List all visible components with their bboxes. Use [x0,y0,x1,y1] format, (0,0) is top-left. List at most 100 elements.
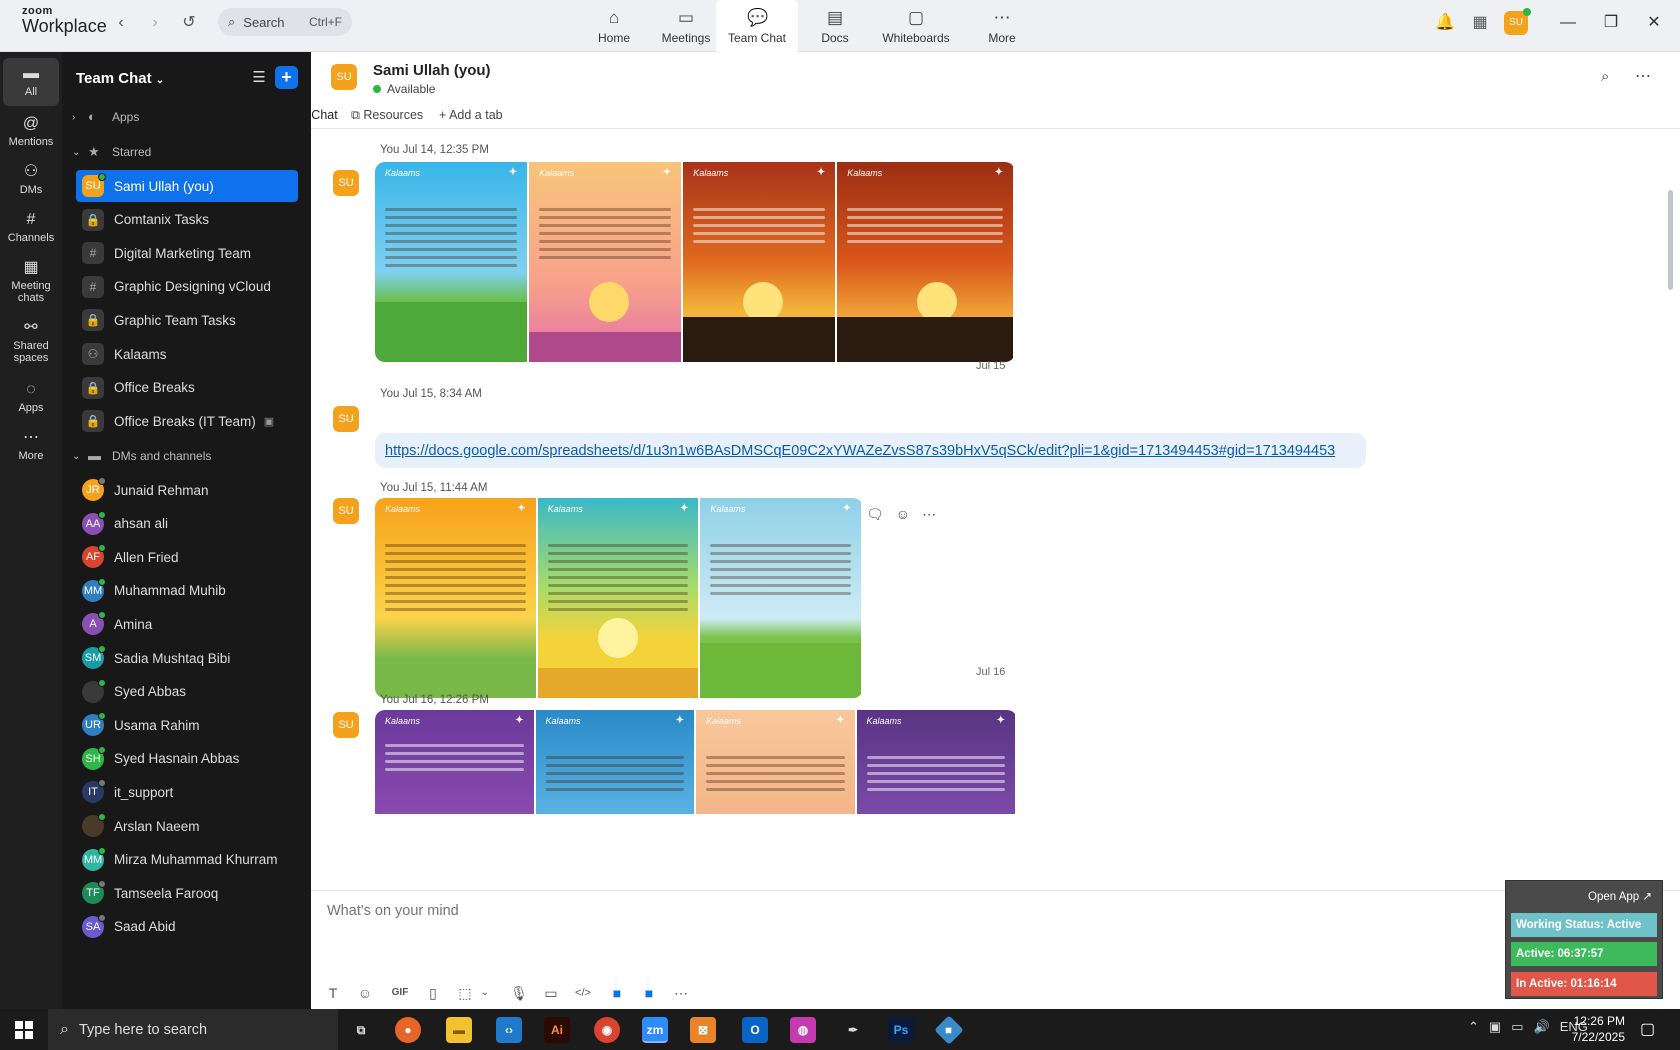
tab-whiteboards[interactable]: ▢ Whiteboards [871,0,961,52]
spreadsheet-link[interactable]: https://docs.google.com/spreadsheets/d/1… [385,443,1335,459]
sidebar-item-dm[interactable]: AA ahsan ali [76,508,298,540]
emoji-icon[interactable]: ☺ [355,983,375,1003]
post-image[interactable]: Kalaams ✦ [700,498,862,698]
more-icon[interactable]: ⋯ [671,983,691,1003]
post-image[interactable]: Kalaams ✦ [375,162,528,362]
sidebar-item-dm[interactable]: SM Sadia Mushtaq Bibi [76,642,298,674]
rail-shared-spaces[interactable]: ⚯ Shared spaces [3,312,59,368]
more-icon[interactable]: ⋯ [922,506,936,523]
sidebar-item-starred[interactable]: # Digital Marketing Team [76,237,298,269]
battery-icon[interactable]: ▭ [1511,1019,1523,1035]
sidebar-item-dm[interactable]: JR Junaid Rehman [76,474,298,506]
vscode-icon[interactable]: ‹› [496,1017,522,1043]
sidebar-item-starred[interactable]: ⚇ Kalaams [76,338,298,370]
post-image[interactable]: Kalaams ✦ [856,710,1015,814]
mic-icon[interactable]: 🎙 [509,983,529,1003]
open-app-button[interactable]: Open App ↗ [1588,889,1652,903]
bell-icon[interactable]: 🔔 [1434,12,1456,34]
sidebar-item-starred[interactable]: # Graphic Designing vCloud [76,271,298,303]
sidebar-item-dm[interactable]: SA Saad Abid [76,911,298,943]
tab-meetings[interactable]: ▭ Meetings [650,0,722,52]
sidebar-item-dm[interactable]: AF Allen Fried [76,541,298,573]
zoom-icon[interactable]: zm [642,1017,668,1043]
sidebar-title[interactable]: Team Chat ⌄ [76,70,164,87]
sidebar-item-starred[interactable]: 🔒 Graphic Team Tasks [76,304,298,336]
post-image[interactable]: Kalaams ✦ [375,498,536,698]
clock[interactable]: 12:26 PM 7/22/2025 [1565,1013,1625,1045]
firefox-icon[interactable]: ● [395,1017,421,1043]
tab-more[interactable]: ⋯ More [966,0,1038,52]
close-icon[interactable]: ✕ [1643,12,1665,34]
tab-home[interactable]: ⌂ Home [578,0,650,52]
code-icon[interactable]: </> [573,983,593,1003]
tab-resources[interactable]: ⧉ Resources [351,108,423,128]
windows-start-icon[interactable] [15,1021,33,1039]
sidebar-item-dm[interactable]: UR Usama Rahim [76,709,298,741]
app-icon-1[interactable]: ■ [607,983,627,1003]
screenshot-icon[interactable]: ⬚ [455,983,475,1003]
new-chat-button[interactable]: + [275,66,298,89]
filter-icon[interactable]: ☰ [248,68,270,90]
section-apps[interactable]: › ◐ Apps [72,105,139,129]
pen-tool-icon[interactable]: ✒ [840,1017,866,1043]
sidebar-item-dm[interactable]: A Amina [76,608,298,640]
image-attachments[interactable]: Kalaams ✦ Kalaams ✦ Kalaams ✦ Kalaams ✦ [375,162,1015,362]
sidebar-item-dm[interactable]: IT it_support [76,776,298,808]
task-view-icon[interactable]: ⧉ [348,1017,374,1043]
rail-more[interactable]: ⋯ More [3,422,59,470]
text-format-icon[interactable]: T [323,983,343,1003]
post-image[interactable]: Kalaams ✦ [683,162,836,362]
outlook-icon[interactable]: O [742,1017,768,1043]
chrome-icon[interactable]: ◉ [594,1017,620,1043]
reply-icon[interactable]: 🗨 [866,506,884,523]
scrollbar[interactable] [1668,190,1673,290]
file-explorer-icon[interactable]: ▬ [446,1017,472,1043]
sidebar-item-dm[interactable]: TF Tamseela Farooq [76,877,298,909]
illustrator-icon[interactable]: Ai [544,1017,570,1043]
emoji-icon[interactable]: ☺ [896,506,910,523]
post-image[interactable]: Kalaams ✦ [537,498,699,698]
file-icon[interactable]: ▯ [423,983,443,1003]
history-icon[interactable]: ↺ [178,12,200,34]
chat-name[interactable]: Sami Ullah (you) [373,62,491,79]
minimize-icon[interactable]: — [1557,12,1579,34]
message-input[interactable] [327,903,1407,919]
tab-docs[interactable]: ▤ Docs [799,0,871,52]
sidebar-item-starred[interactable]: 🔒 Comtanix Tasks [76,204,298,236]
rail-all[interactable]: ▬ All [3,58,59,106]
image-attachments[interactable]: Kalaams ✦ Kalaams ✦ Kalaams ✦ Kalaams ✦ [375,710,1017,814]
sidebar-item-dm[interactable]: Syed Abbas [76,676,298,708]
sidebar-item-starred[interactable]: SU Sami Ullah (you) [76,170,298,202]
post-image[interactable]: Kalaams ✦ [837,162,1013,362]
tab-team-chat[interactable]: 💬 Team Chat [716,0,798,52]
image-attachments[interactable]: Kalaams ✦ Kalaams ✦ Kalaams ✦ [375,498,863,698]
rail-dms[interactable]: ⚇ DMs [3,156,59,204]
taskbar-search[interactable]: ⌕ Type here to search [48,1009,338,1050]
post-image[interactable]: Kalaams ✦ [529,162,682,362]
rail-channels[interactable]: # Channels [3,204,59,252]
volume-icon[interactable]: 🔊 [1534,1019,1550,1035]
back-icon[interactable]: ‹ [110,12,132,34]
sidebar-item-dm[interactable]: Arslan Naeem [76,810,298,842]
section-dms[interactable]: ⌄ ▬ DMs and channels [72,444,211,468]
notification-icon[interactable]: ▢ [1640,1019,1655,1039]
creative-cloud-icon[interactable]: ◍ [790,1017,816,1043]
forward-icon[interactable]: › [144,12,166,34]
chevron-down-icon[interactable]: ⌄ [475,983,495,1003]
network-icon[interactable]: ▣ [1489,1019,1501,1035]
video-message-icon[interactable]: ▭ [541,983,561,1003]
app-icon-2[interactable]: ■ [639,983,659,1003]
search-icon[interactable]: ⌕ [1601,68,1609,85]
sidebar-item-starred[interactable]: 🔒 Office Breaks [76,372,298,404]
sidebar-item-dm[interactable]: MM Mirza Muhammad Khurram [76,844,298,876]
rail-apps[interactable]: ◌ Apps [3,374,59,422]
more-icon[interactable]: ⋯ [1635,66,1651,86]
section-starred[interactable]: ⌄ ★ Starred [72,140,151,164]
app-icon[interactable]: ◆ [934,1015,964,1045]
post-image[interactable]: Kalaams ✦ [696,710,855,814]
calendar-icon[interactable]: ▦ [1469,12,1491,34]
photoshop-icon[interactable]: Ps [888,1017,914,1043]
post-image[interactable]: Kalaams ✦ [375,710,534,814]
search-bar[interactable]: ⌕ Search Ctrl+F [218,8,352,36]
post-image[interactable]: Kalaams ✦ [535,710,694,814]
